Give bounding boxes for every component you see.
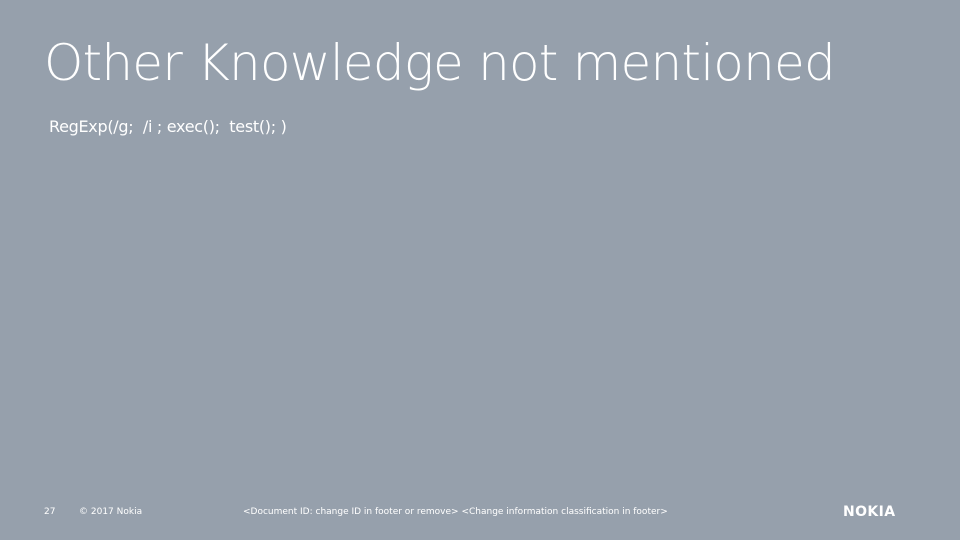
slide-footer: 27 © 2017 Nokia <Document ID: change ID … — [0, 503, 960, 521]
copyright-notice: © 2017 Nokia — [79, 507, 143, 517]
document-info: <Document ID: change ID in footer or rem… — [243, 507, 668, 517]
slide-body-text: RegExp(/g; /i ; exec(); test(); ) — [49, 117, 287, 136]
nokia-logo: NOKIA — [843, 504, 896, 520]
slide: Other Knowledge not mentioned RegExp(/g;… — [0, 0, 960, 540]
slide-title: Other Knowledge not mentioned — [44, 34, 836, 92]
page-number: 27 — [44, 507, 56, 517]
